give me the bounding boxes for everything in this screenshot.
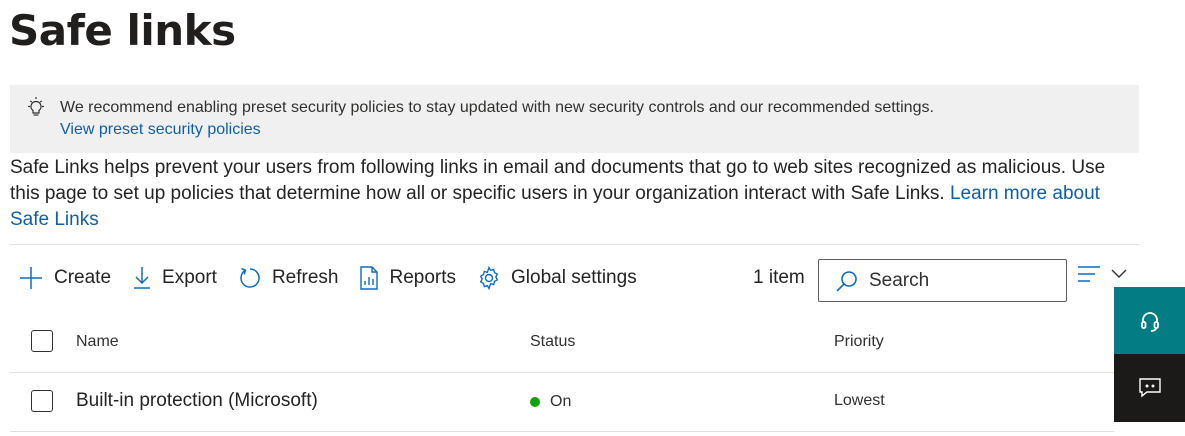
chevron-down-icon — [1111, 269, 1127, 278]
global-settings-button[interactable]: Global settings — [477, 266, 637, 290]
policy-name[interactable]: Built-in protection (Microsoft) — [76, 390, 318, 412]
recommendation-banner: We recommend enabling preset security po… — [10, 85, 1139, 153]
search-icon — [836, 270, 857, 292]
lightbulb-icon — [25, 96, 47, 118]
refresh-button[interactable]: Refresh — [238, 266, 339, 290]
select-all-checkbox[interactable] — [31, 330, 53, 352]
refresh-label: Refresh — [271, 267, 339, 288]
export-label: Export — [162, 267, 217, 288]
description-text: Safe Links helps prevent your users from… — [10, 157, 1106, 204]
view-preset-policies-link[interactable]: View preset security policies — [60, 121, 261, 139]
column-header-name[interactable]: Name — [76, 333, 119, 351]
create-button[interactable]: Create — [18, 265, 111, 291]
list-view-icon — [1078, 266, 1100, 282]
reports-label: Reports — [389, 267, 457, 288]
column-header-status[interactable]: Status — [530, 333, 575, 351]
item-count: 1 item — [753, 267, 805, 288]
global-settings-label: Global settings — [511, 267, 637, 288]
gear-icon — [479, 266, 499, 290]
create-label: Create — [54, 267, 112, 288]
export-button[interactable]: Export — [132, 265, 217, 291]
priority-value: Lowest — [834, 392, 885, 409]
page-title: Safe links — [9, 6, 236, 55]
search-input[interactable]: Search — [818, 259, 1067, 302]
download-icon — [134, 267, 151, 289]
report-icon — [360, 266, 379, 290]
feedback-chat-button[interactable] — [1114, 354, 1185, 422]
reports-button[interactable]: Reports — [359, 266, 456, 290]
help-support-button[interactable] — [1114, 287, 1185, 354]
command-bar: Create Export Refresh Reports Global set… — [18, 258, 658, 298]
status-badge: On — [530, 393, 571, 411]
column-header-priority[interactable]: Priority — [834, 333, 884, 351]
header-divider — [10, 372, 1114, 373]
headset-icon — [1140, 311, 1159, 332]
row-checkbox[interactable] — [31, 390, 53, 412]
plus-icon — [20, 267, 42, 289]
search-placeholder: Search — [869, 269, 930, 291]
banner-message: We recommend enabling preset security po… — [60, 99, 934, 116]
divider — [10, 244, 1139, 245]
view-options-button[interactable] — [1077, 264, 1129, 284]
refresh-icon — [240, 267, 260, 288]
status-text: On — [550, 393, 572, 410]
page-description: Safe Links helps prevent your users from… — [10, 155, 1135, 233]
status-dot — [530, 397, 540, 407]
chat-icon — [1138, 378, 1161, 398]
row-divider — [10, 431, 1114, 432]
